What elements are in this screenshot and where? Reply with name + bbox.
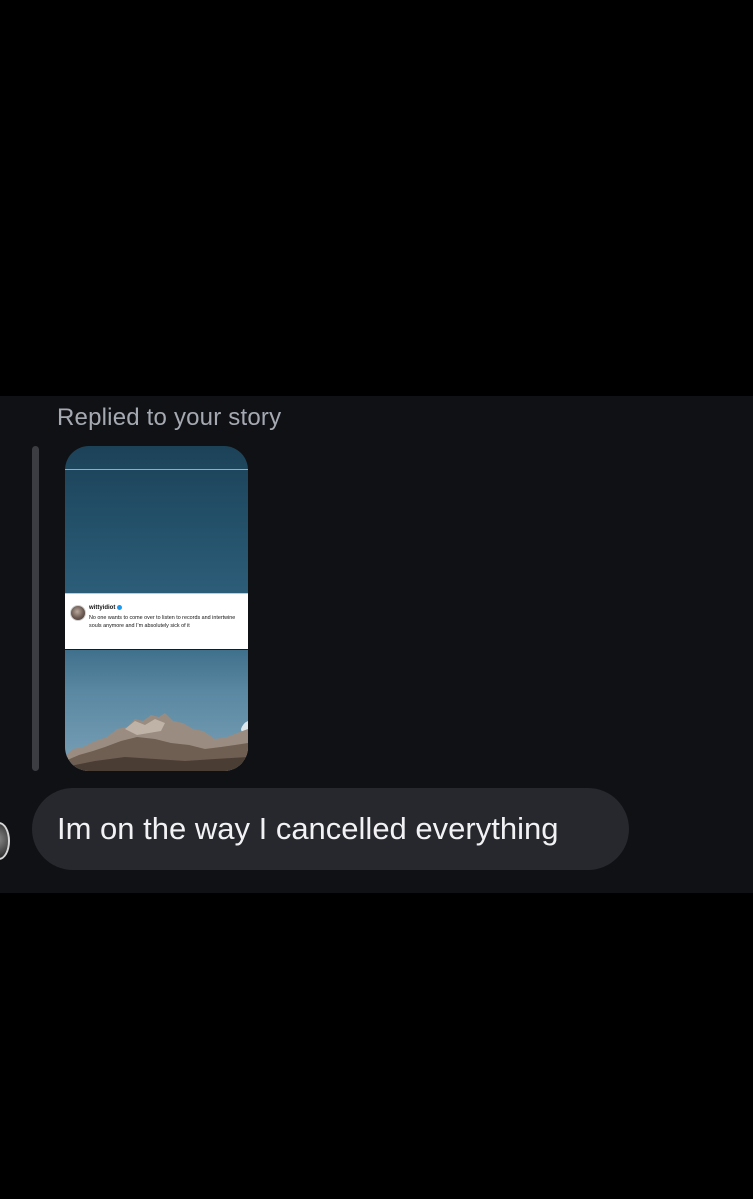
mountain-image bbox=[65, 713, 248, 771]
replied-to-story-label: Replied to your story bbox=[57, 404, 282, 431]
tweet-handle-text: wittyidiot bbox=[89, 605, 116, 612]
message-text: Im on the way I cancelled everything bbox=[57, 811, 559, 846]
tweet-avatar bbox=[70, 605, 86, 621]
story-preview[interactable]: wittyidiot No one wants to come over to … bbox=[65, 446, 248, 771]
reply-indicator-bar bbox=[32, 446, 39, 771]
screen: Replied to your story wittyidiot No one … bbox=[0, 0, 753, 1199]
message-bubble[interactable]: Im on the way I cancelled everything bbox=[32, 788, 629, 870]
tweet-text: No one wants to come over to listen to r… bbox=[89, 615, 236, 629]
story-tweet-card: wittyidiot No one wants to come over to … bbox=[65, 593, 248, 650]
story-progress-bar bbox=[65, 469, 248, 470]
tweet-handle: wittyidiot bbox=[89, 605, 123, 612]
verified-badge-icon bbox=[117, 605, 123, 610]
